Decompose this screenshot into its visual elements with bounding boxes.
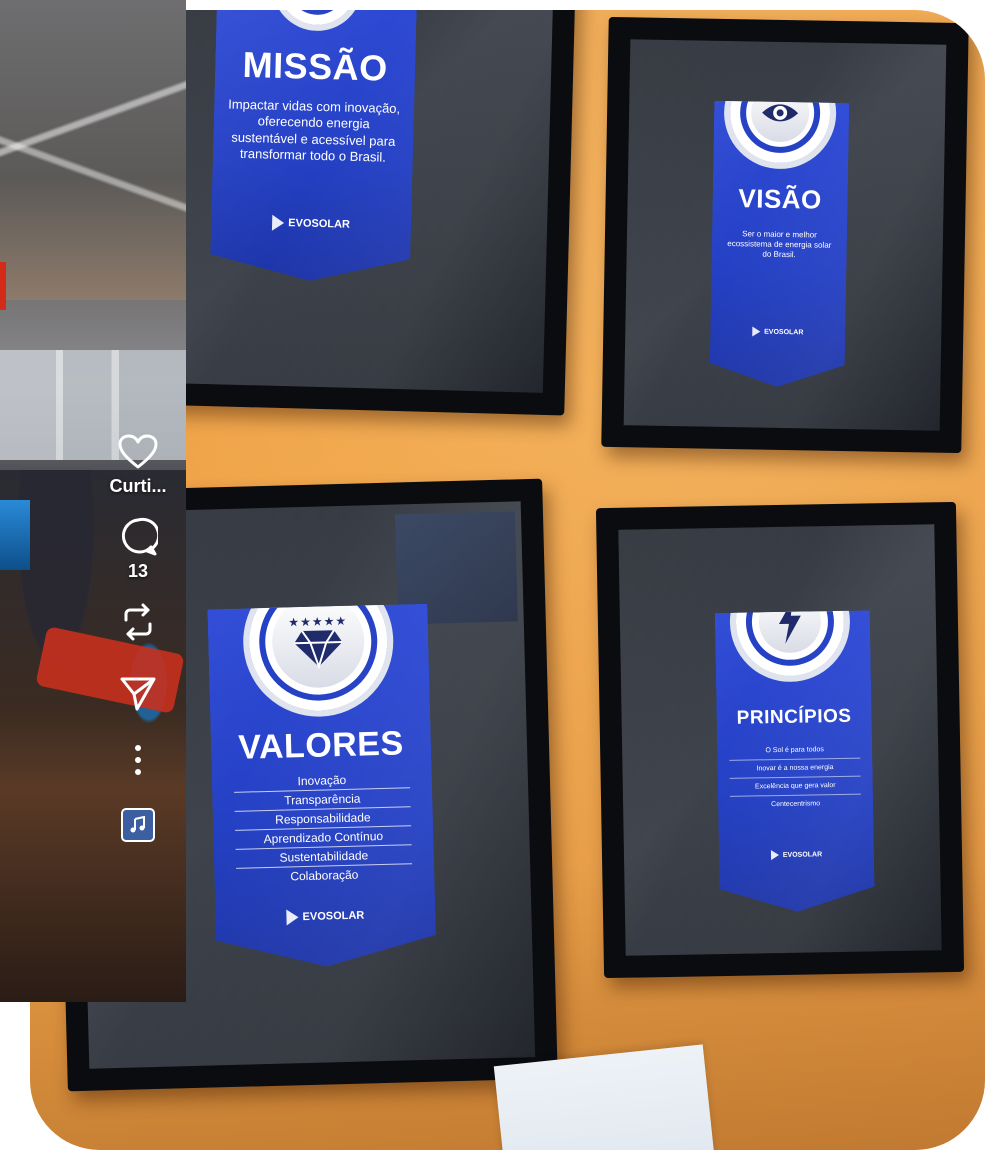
share-button[interactable] (116, 672, 160, 716)
list-item: Sustentabilidade (236, 845, 412, 869)
more-options-button[interactable] (116, 738, 160, 782)
heart-icon (118, 434, 158, 469)
like-label: Curti... (109, 476, 167, 496)
valores-title: VALORES (237, 724, 405, 767)
evosolar-logo-icon (286, 909, 298, 925)
principios-emblem (729, 561, 851, 683)
comment-count: 13 (127, 561, 149, 581)
list-item: Colaboração (290, 867, 359, 884)
missao-text: Impactar vidas com inovação, oferecendo … (228, 96, 401, 165)
reel-action-bar: Curti... 13 (96, 430, 180, 842)
principios-pennant: PRINCÍPIOS O Sol é para todos Inovar é a… (715, 610, 875, 913)
eye-icon (760, 100, 800, 127)
diamond-icon (292, 628, 345, 669)
music-note-icon (130, 816, 145, 833)
evosolar-logo-icon (752, 326, 760, 336)
list-item: Inovação (234, 769, 410, 793)
missao-brand: EVOSOLAR (211, 213, 411, 234)
evosolar-logo-icon (771, 850, 779, 860)
audio-button[interactable] (121, 808, 155, 842)
list-item: Inovar é a nossa energia (729, 759, 860, 779)
like-button[interactable] (116, 430, 160, 474)
list-item: Responsabilidade (235, 807, 411, 831)
valores-list: Inovação Transparência Responsabilidade … (234, 769, 413, 887)
principios-brand: EVOSOLAR (719, 848, 874, 861)
send-icon (120, 677, 156, 711)
stars-icon: ★★★★★ (288, 613, 348, 630)
repost-button[interactable] (116, 600, 160, 644)
frame-principios: PRINCÍPIOS O Sol é para todos Inovar é a… (595, 501, 965, 979)
missao-emblem (271, 10, 363, 32)
principios-title: PRINCÍPIOS (736, 705, 852, 729)
reel-video-panel[interactable]: Curti... 13 (0, 0, 186, 1002)
comment-bubble-icon (121, 517, 158, 556)
valores-pennant: ★★★★★ VALORES Inovação Transparência Res… (207, 604, 436, 970)
lightning-bolt-icon (775, 600, 806, 645)
list-item: Centecentrismo (771, 800, 821, 809)
visao-title: VISÃO (738, 183, 823, 215)
frame-missao: MISSÃO Impactar vidas com inovação, ofer… (144, 10, 576, 416)
monitor-reflection (394, 511, 518, 625)
list-item: O Sol é para todos (729, 741, 860, 761)
evosolar-logo-icon (272, 215, 284, 231)
missao-title: MISSÃO (242, 43, 389, 89)
visao-brand: EVOSOLAR (710, 326, 845, 338)
red-sign (0, 262, 6, 310)
monitor (0, 500, 30, 570)
office-ceiling (0, 0, 186, 300)
repost-icon (124, 603, 152, 641)
valores-brand: EVOSOLAR (215, 906, 435, 928)
list-item: Aprendizado Contínuo (235, 826, 411, 850)
frame-visao: VISÃO Ser o maior e melhor ecossistema d… (601, 16, 969, 454)
visao-text: Ser o maior e melhor ecossistema de ener… (727, 229, 832, 260)
more-vertical-icon (135, 745, 141, 775)
principios-list: O Sol é para todos Inovar é a nossa ener… (729, 741, 861, 814)
list-item: Excelência que gera valor (730, 777, 861, 797)
valores-emblem: ★★★★★ (241, 565, 395, 719)
visao-pennant: VISÃO Ser o maior e melhor ecossistema d… (709, 101, 849, 388)
comment-button[interactable] (116, 515, 160, 559)
missao-pennant: MISSÃO Impactar vidas com inovação, ofer… (210, 10, 418, 283)
visao-emblem (723, 56, 837, 170)
list-item: Transparência (234, 788, 410, 812)
